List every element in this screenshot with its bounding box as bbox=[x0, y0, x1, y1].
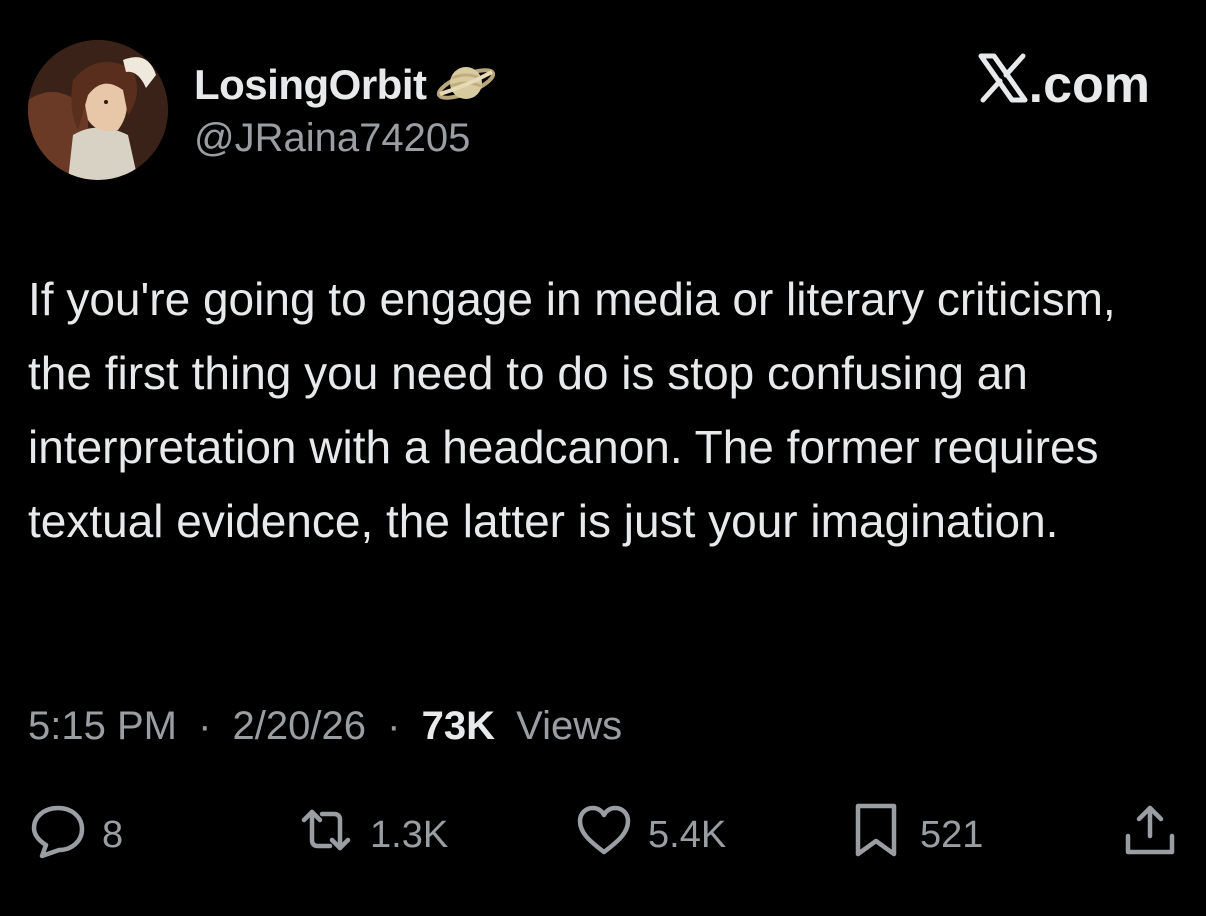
meta-separator: · bbox=[198, 704, 212, 748]
reply-count: 8 bbox=[102, 813, 124, 856]
like-button[interactable]: 5.4K bbox=[574, 800, 726, 870]
share-button[interactable] bbox=[1120, 800, 1180, 870]
share-icon bbox=[1120, 800, 1180, 870]
views-label: Views bbox=[516, 704, 623, 748]
action-bar: 8 1.3K 5.4K 521 bbox=[28, 800, 1178, 870]
reply-button[interactable]: 8 bbox=[28, 800, 123, 870]
repost-count: 1.3K bbox=[370, 813, 449, 856]
author-display-name[interactable]: LosingOrbit bbox=[194, 61, 427, 109]
x-logo-icon bbox=[977, 52, 1029, 117]
author-handle[interactable]: @JRaina74205 bbox=[194, 116, 470, 161]
avatar-illustration bbox=[28, 40, 168, 180]
brand-watermark: .com bbox=[977, 52, 1150, 117]
tweet-time[interactable]: 5:15 PM bbox=[28, 704, 177, 748]
views-count: 73K bbox=[421, 704, 495, 748]
tweet-card: LosingOrbit @JRaina74205 .com If you're … bbox=[0, 0, 1206, 916]
tweet-date[interactable]: 2/20/26 bbox=[233, 704, 366, 748]
heart-icon bbox=[574, 800, 634, 870]
avatar[interactable] bbox=[28, 40, 168, 180]
tweet-meta: 5:15 PM · 2/20/26 · 73K Views bbox=[28, 704, 622, 749]
like-count: 5.4K bbox=[648, 813, 727, 856]
reply-icon bbox=[28, 800, 88, 870]
author-name-row: LosingOrbit bbox=[194, 56, 498, 113]
bookmark-icon bbox=[846, 800, 906, 870]
saturn-planet-icon bbox=[434, 56, 498, 113]
repost-icon bbox=[296, 800, 356, 870]
tweet-text: If you're going to engage in media or li… bbox=[28, 273, 1116, 547]
bookmark-count: 521 bbox=[920, 813, 984, 856]
meta-separator: · bbox=[387, 704, 401, 748]
bookmark-button[interactable]: 521 bbox=[846, 800, 983, 870]
repost-button[interactable]: 1.3K bbox=[296, 800, 448, 870]
brand-domain: .com bbox=[1028, 55, 1150, 114]
